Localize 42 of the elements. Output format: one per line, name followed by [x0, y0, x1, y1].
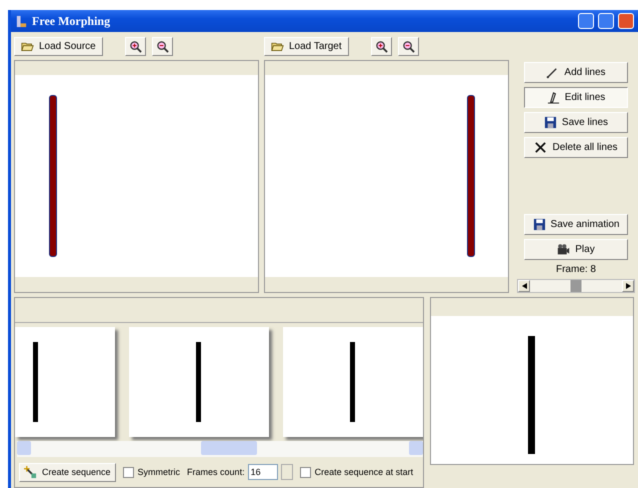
camera-icon — [557, 243, 570, 256]
horizontal-scrollbar[interactable] — [17, 441, 423, 457]
close-button[interactable] — [618, 13, 634, 29]
line-tool-button[interactable]: Delete all lines — [524, 137, 628, 158]
zoom-in-icon — [374, 40, 388, 52]
load-target-button[interactable]: Load Target — [264, 36, 349, 56]
frame-thumbnail[interactable] — [283, 327, 423, 437]
window-title: Free Morphing — [32, 14, 110, 28]
checkbox[interactable] — [122, 466, 134, 478]
line-tool-button[interactable]: Add lines — [524, 62, 628, 83]
animation-button[interactable]: Save animation — [524, 214, 628, 235]
load-source-button[interactable]: Load Source — [14, 36, 103, 56]
app-icon — [15, 14, 28, 28]
right-arrow-icon[interactable] — [626, 283, 630, 289]
slider-thumb[interactable] — [570, 280, 582, 292]
wand-icon — [24, 466, 37, 478]
pen-icon — [546, 66, 560, 79]
checkbox[interactable] — [300, 466, 311, 478]
cross-icon — [534, 141, 548, 154]
zoom-out-button[interactable] — [398, 36, 419, 56]
checkbox-label: Symmetric — [138, 467, 180, 477]
pen-icon — [546, 91, 560, 104]
frames-count-field[interactable]: 16 — [248, 464, 278, 480]
line-tool-button[interactable]: Save lines — [524, 112, 628, 133]
maximize-button[interactable] — [598, 13, 614, 29]
frame-thumbnail[interactable] — [15, 327, 115, 437]
create-sequence-button[interactable]: Create sequence — [19, 462, 116, 482]
zoom-out-icon — [402, 40, 415, 52]
checkbox-label: Create sequence at start — [314, 467, 414, 477]
line-tool-button[interactable]: Edit lines — [524, 87, 628, 108]
zoom-in-button[interactable] — [124, 36, 146, 56]
minimize-button[interactable] — [578, 13, 594, 29]
frame-label: Frame: 8 — [556, 264, 596, 275]
zoom-in-button[interactable] — [370, 36, 392, 56]
left-arrow-icon[interactable] — [522, 283, 526, 289]
zoom-in-icon — [128, 40, 142, 52]
animation-button[interactable]: Play — [524, 239, 628, 260]
zoom-out-button[interactable] — [152, 36, 173, 56]
frame-thumbnail[interactable] — [129, 327, 269, 437]
frame-slider[interactable] — [517, 279, 635, 293]
zoom-out-icon — [156, 40, 169, 52]
frames-count-label: Frames count: — [187, 467, 245, 477]
